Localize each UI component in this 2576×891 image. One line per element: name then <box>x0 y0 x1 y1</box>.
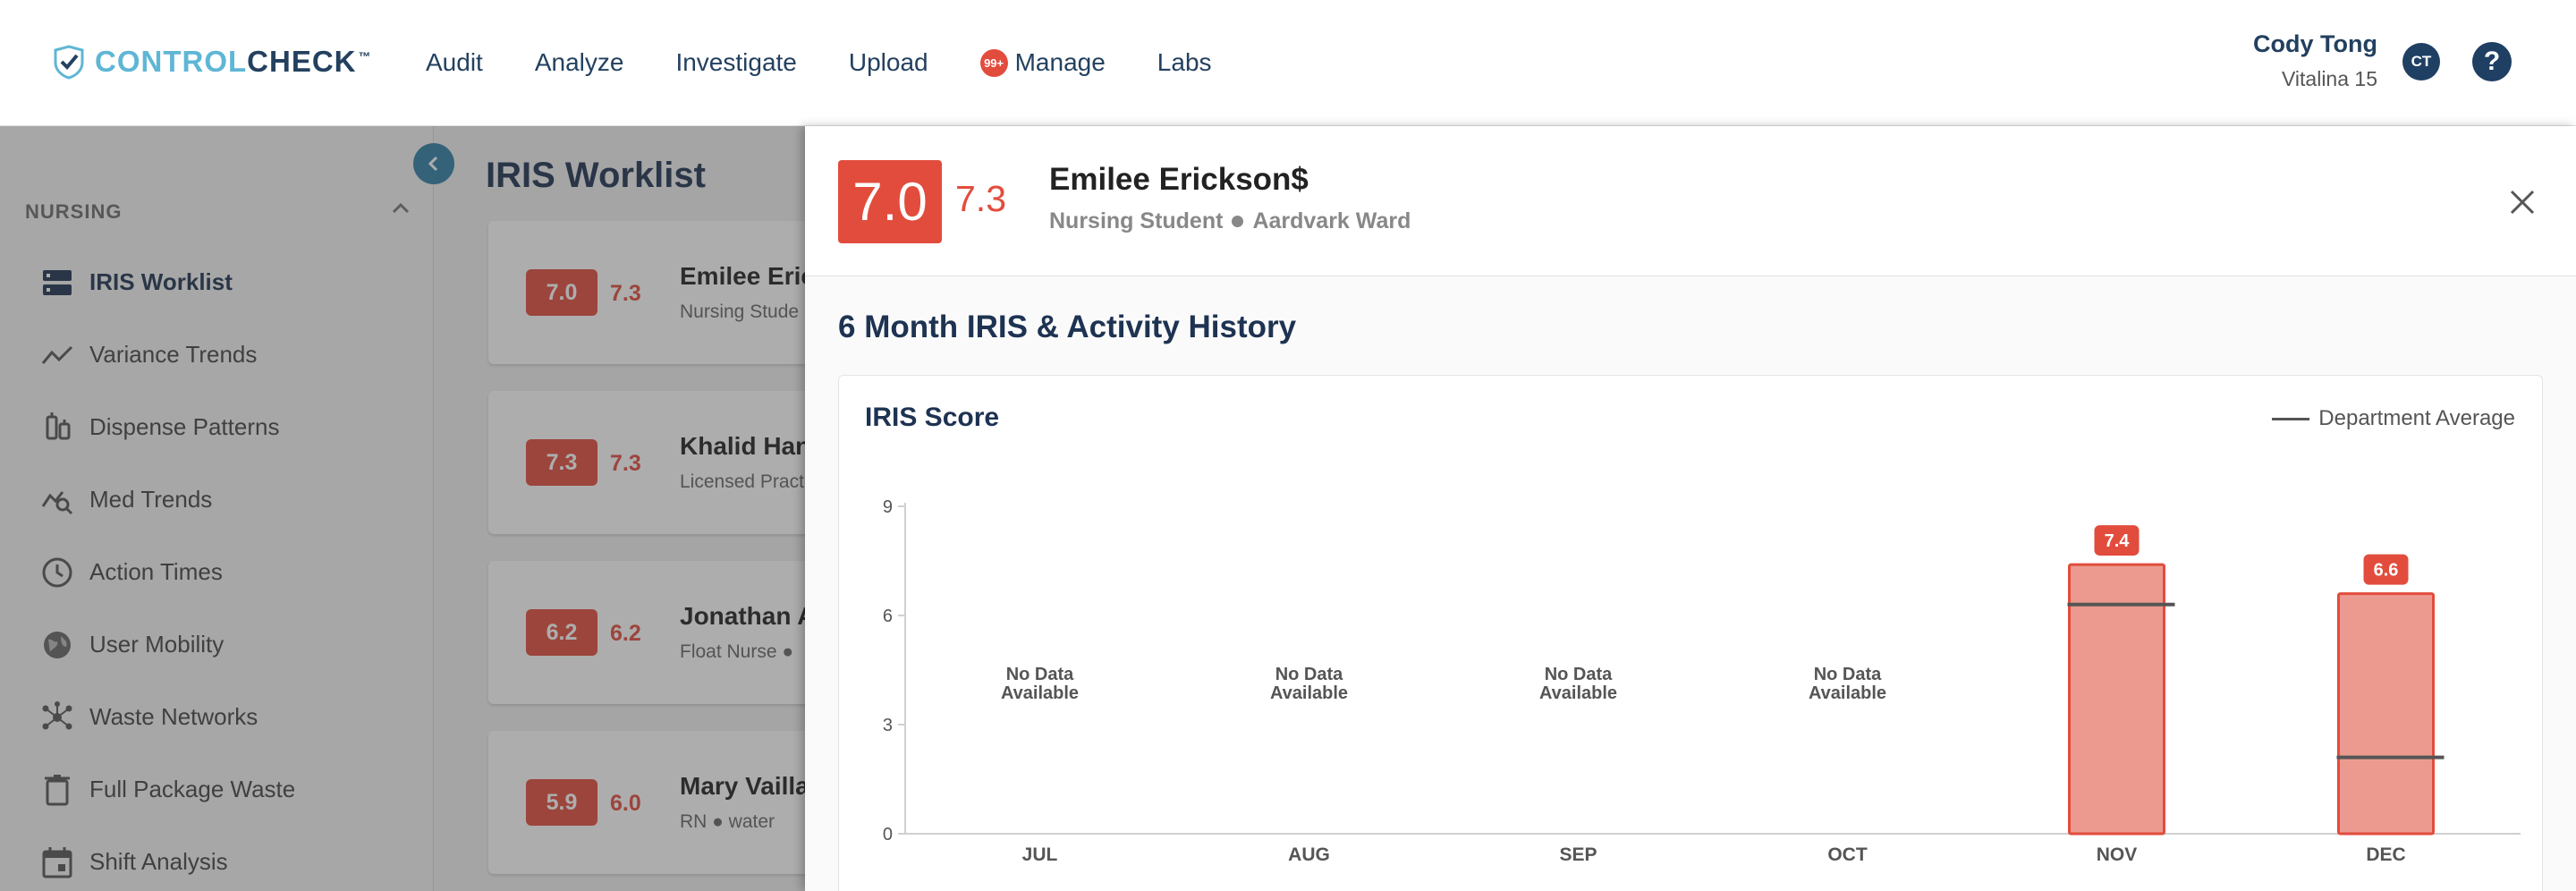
close-icon[interactable] <box>2507 187 2538 217</box>
user-detail-meta: Nursing Student Aardvark Ward <box>1049 208 1411 234</box>
brand-trademark: ™ <box>358 49 372 64</box>
user-location: Vitalina 15 <box>2282 67 2377 90</box>
x-tick-label: OCT <box>1827 844 1868 865</box>
no-data-label: No Data <box>1006 665 1074 684</box>
controlcheck-logo[interactable]: CONTROLCHECK ™ <box>50 41 372 82</box>
detail-panel: 7.0 7.3 Emilee Erickson$ Nursing Student… <box>805 126 2576 891</box>
x-tick-label: DEC <box>2366 844 2405 865</box>
history-section-title: 6 Month IRIS & Activity History <box>838 310 1297 344</box>
no-data-label: Available <box>1270 683 1348 703</box>
no-data-label: Available <box>1001 683 1079 703</box>
y-tick-label: 0 <box>883 825 893 844</box>
iris-score-chart-card: IRIS Score Department Average 9 6 3 0 JUL No … <box>838 375 2543 891</box>
no-data-label: Available <box>1539 683 1617 703</box>
no-data-label: No Data <box>1814 665 1882 684</box>
x-tick-label: AUG <box>1288 844 1330 865</box>
nav-manage[interactable]: 99+ Manage <box>979 48 1106 77</box>
bar-value-label: 6.6 <box>2374 561 2399 581</box>
iris-score-badge: 7.0 <box>838 160 942 243</box>
help-icon[interactable]: ? <box>2472 42 2512 81</box>
nav-upload[interactable]: Upload <box>849 48 928 77</box>
x-tick-label: NOV <box>2097 844 2138 865</box>
user-role: Nursing Student <box>1049 208 1224 233</box>
x-tick-label: SEP <box>1559 844 1597 865</box>
nav-labs[interactable]: Labs <box>1157 48 1212 77</box>
brand-name-control: CONTROL <box>95 45 248 78</box>
nav-investigate[interactable]: Investigate <box>675 48 796 77</box>
nav-manage-label: Manage <box>1014 48 1106 76</box>
panel-header: 7.0 7.3 Emilee Erickson$ Nursing Student… <box>805 126 2576 276</box>
main-nav: Audit Analyze Investigate Upload 99+ Man… <box>426 45 1264 81</box>
nav-analyze[interactable]: Analyze <box>535 48 624 77</box>
y-tick-label: 6 <box>883 607 893 626</box>
user-detail-name: Emilee Erickson$ <box>1049 162 1309 197</box>
avatar[interactable]: CT <box>2402 43 2440 81</box>
top-navbar: CONTROLCHECK ™ Audit Analyze Investigate … <box>0 0 2576 126</box>
bar-value-label: 7.4 <box>2105 531 2131 551</box>
user-ward: Aardvark Ward <box>1252 208 1411 233</box>
user-info[interactable]: Cody Tong Vitalina 15 <box>2253 30 2377 91</box>
user-name: Cody Tong <box>2253 30 2377 57</box>
x-tick-label: JUL <box>1022 844 1058 865</box>
bar <box>2337 592 2435 836</box>
iris-score-chart: 9630JULNo DataAvailableAUGNo DataAvailab… <box>883 497 2521 865</box>
nav-audit[interactable]: Audit <box>426 48 483 77</box>
shield-check-icon <box>54 45 84 80</box>
no-data-label: No Data <box>1275 665 1343 684</box>
no-data-label: Available <box>1809 683 1886 703</box>
no-data-label: No Data <box>1545 665 1613 684</box>
iris-score-secondary: 7.3 <box>955 178 1006 219</box>
y-tick-label: 3 <box>883 716 893 735</box>
separator-dot <box>1232 216 1244 227</box>
y-tick-label: 9 <box>883 497 893 517</box>
notification-badge: 99+ <box>979 48 1008 77</box>
brand-name-check: CHECK <box>247 45 357 78</box>
